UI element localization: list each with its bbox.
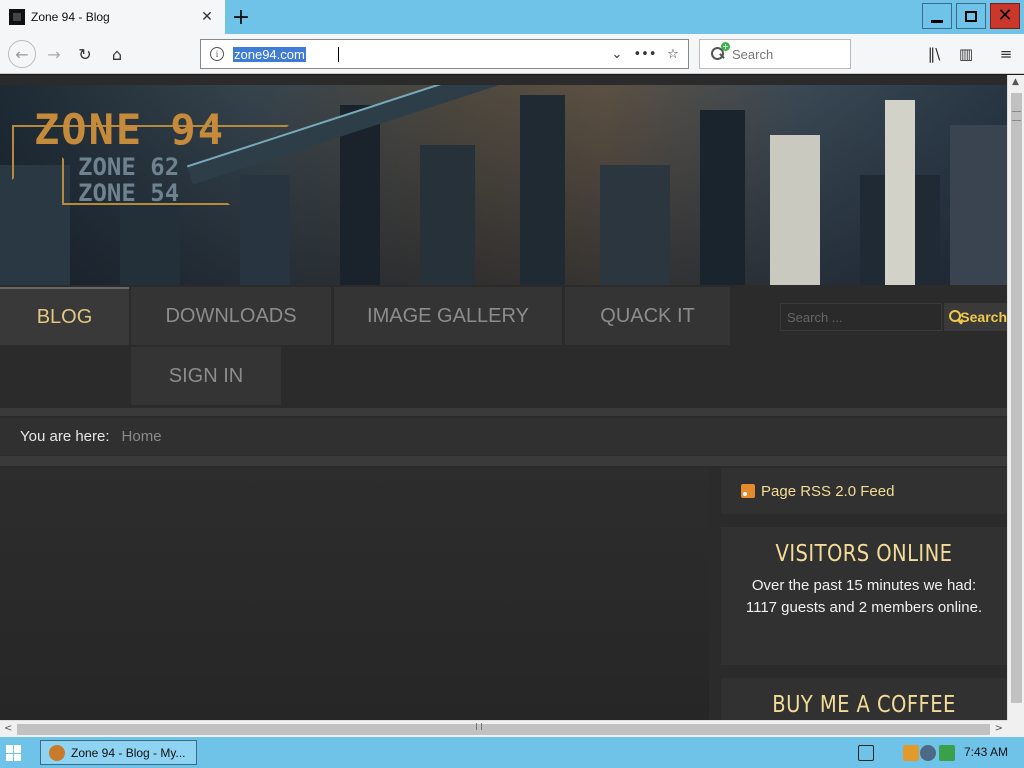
scrollbar-corner — [1007, 720, 1024, 737]
back-button[interactable]: ← — [8, 40, 36, 68]
rss-feed-link[interactable]: Page RSS 2.0 Feed — [721, 468, 1007, 514]
library-icon[interactable]: ‖\ — [922, 42, 946, 66]
visitors-online-title: VISITORS ONLINE — [775, 541, 953, 567]
navigation-toolbar: ← → ↻ ⌂ i zone94.com ⌄ ••• ☆ + Search ‖\… — [0, 34, 1024, 74]
site-logo-sub-2: ZONE 54 — [78, 179, 180, 207]
taskbar-item-label: Zone 94 - Blog - My... — [71, 745, 186, 760]
title-bar: Zone 94 - Blog ✕ + ✕ — [0, 0, 1024, 34]
site-favicon-icon — [9, 9, 25, 25]
chevron-down-icon[interactable]: ⌄ — [608, 45, 626, 63]
taskbar-item-browser[interactable]: Zone 94 - Blog - My... — [40, 740, 197, 765]
site-logo-main[interactable]: ZONE 94 — [34, 105, 225, 154]
divider — [0, 408, 1007, 416]
breadcrumb-home: Home — [121, 428, 162, 445]
vertical-scrollbar[interactable]: ▲ — [1007, 75, 1024, 720]
tab-title: Zone 94 - Blog — [31, 10, 110, 24]
maximize-button[interactable] — [956, 3, 986, 29]
search-engine-icon[interactable]: + — [710, 42, 730, 62]
windows-start-icon[interactable] — [6, 745, 22, 761]
browser-tab[interactable]: Zone 94 - Blog ✕ — [0, 0, 225, 34]
scroll-left-icon[interactable]: < — [4, 723, 12, 734]
menu-item-image-gallery[interactable]: IMAGE GALLERY — [334, 287, 562, 345]
system-clock[interactable]: 7:43 AM — [964, 745, 1008, 759]
site-logo-sub-1: ZONE 62 — [78, 153, 180, 181]
horizontal-scroll-thumb[interactable] — [17, 724, 990, 735]
scroll-up-icon[interactable]: ▲ — [1012, 77, 1019, 87]
scroll-grip-icon — [476, 723, 482, 730]
site-banner: ZONE 94 ZONE 62 ZONE 54 — [0, 85, 1007, 285]
home-button[interactable]: ⌂ — [105, 42, 129, 66]
scroll-right-icon[interactable]: > — [995, 723, 1003, 734]
forward-button[interactable]: → — [42, 42, 66, 66]
web-page: ZONE 94 ZONE 62 ZONE 54 BLOG DOWNLOADS I… — [0, 75, 1007, 720]
bookmark-star-icon[interactable]: ☆ — [664, 45, 682, 63]
site-info-icon[interactable]: i — [210, 47, 224, 61]
menu-item-downloads[interactable]: DOWNLOADS — [131, 287, 331, 345]
url-actions: ⌄ ••• ☆ — [608, 45, 682, 63]
url-text[interactable]: zone94.com — [233, 46, 306, 62]
browser-search-placeholder: Search — [732, 46, 774, 62]
browser-search-bar[interactable]: + Search — [699, 39, 851, 69]
magnifier-icon — [949, 310, 962, 324]
page-actions-icon[interactable]: ••• — [634, 45, 657, 63]
close-tab-icon[interactable]: ✕ — [197, 7, 217, 27]
rss-feed-label: Page RSS 2.0 Feed — [761, 482, 895, 500]
site-main-menu: BLOG DOWNLOADS IMAGE GALLERY QUACK IT SI… — [0, 287, 1007, 407]
menu-item-blog[interactable]: BLOG — [0, 287, 129, 345]
buy-me-coffee-title: BUY ME A COFFEE — [772, 692, 956, 718]
firefox-icon — [49, 744, 65, 761]
tray-status-icon[interactable] — [939, 745, 955, 761]
rss-icon — [741, 484, 755, 498]
menu-item-sign-in[interactable]: SIGN IN — [131, 347, 281, 405]
divider — [0, 456, 1007, 466]
text-cursor — [338, 47, 340, 62]
scroll-grip-icon — [1012, 111, 1021, 121]
url-bar[interactable]: i zone94.com ⌄ ••• ☆ — [200, 39, 689, 69]
reload-button[interactable]: ↻ — [73, 42, 97, 66]
horizontal-scrollbar[interactable]: < > — [0, 720, 1007, 737]
hamburger-menu-icon[interactable]: ≡ — [994, 42, 1018, 66]
visitors-online-text: Over the past 15 minutes we had: 1117 gu… — [745, 577, 983, 616]
menu-item-quack-it[interactable]: QUACK IT — [565, 287, 730, 345]
tray-app-icon[interactable] — [903, 745, 919, 761]
visitors-online-widget: VISITORS ONLINE Over the past 15 minutes… — [721, 527, 1007, 665]
vertical-scroll-thumb[interactable] — [1011, 93, 1022, 703]
new-tab-button[interactable]: + — [228, 4, 254, 30]
close-window-button[interactable]: ✕ — [990, 3, 1020, 29]
keyboard-icon[interactable] — [858, 745, 874, 761]
minimize-button[interactable] — [922, 3, 952, 29]
site-search-input[interactable]: Search ... — [780, 303, 942, 331]
network-icon[interactable] — [920, 745, 936, 761]
breadcrumb-label: You are here: — [20, 428, 110, 445]
breadcrumb: You are here: Home — [0, 418, 1007, 455]
main-content-area — [0, 468, 709, 720]
sidebar-toggle-icon[interactable]: ▥ — [954, 42, 978, 66]
site-search-button-label: Search — [960, 309, 1007, 325]
buy-me-coffee-widget: BUY ME A COFFEE — [721, 678, 1007, 720]
windows-taskbar: Zone 94 - Blog - My... 7:43 AM — [0, 737, 1024, 768]
site-search-button[interactable]: Search — [944, 303, 1007, 331]
